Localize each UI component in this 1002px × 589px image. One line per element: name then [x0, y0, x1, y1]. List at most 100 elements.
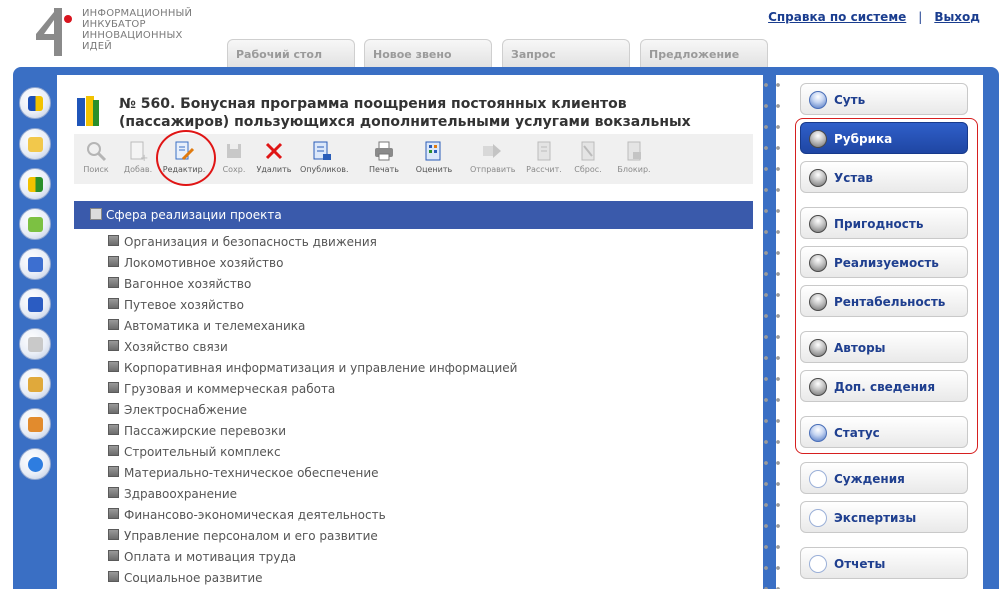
nav-profitability[interactable]: Рентабельность — [800, 285, 968, 317]
rate-button[interactable]: Оценить — [412, 140, 456, 174]
search-icon — [87, 142, 107, 162]
lock-icon — [627, 141, 641, 161]
item-checkbox[interactable] — [108, 445, 119, 456]
book-open-icon[interactable] — [19, 168, 51, 200]
calculate-button[interactable]: Рассчит. — [522, 140, 566, 174]
nav-essence[interactable]: Суть — [800, 83, 968, 115]
status-dot-icon — [809, 293, 827, 311]
item-checkbox[interactable] — [108, 550, 119, 561]
search-button[interactable]: Поиск — [74, 140, 118, 174]
list-item[interactable]: Пассажирские перевозки — [108, 421, 517, 442]
status-dot-icon — [809, 424, 827, 442]
item-checkbox[interactable] — [108, 361, 119, 372]
list-item[interactable]: Организация и безопасность движения — [108, 232, 517, 253]
status-dot-icon — [809, 378, 827, 396]
list-item[interactable]: Путевое хозяйство — [108, 295, 517, 316]
item-checkbox[interactable] — [108, 256, 119, 267]
nav-status[interactable]: Статус — [800, 416, 968, 448]
exit-link[interactable]: Выход — [934, 10, 980, 24]
top-links: Справка по системе | Выход — [768, 10, 980, 24]
status-dot-icon — [809, 555, 827, 573]
status-dot-icon — [809, 470, 827, 488]
delete-icon — [265, 142, 283, 160]
add-button[interactable]: + Добав. — [116, 140, 160, 174]
delete-button[interactable]: Удалить — [252, 140, 296, 174]
nav-rubric[interactable]: Рубрика — [800, 122, 968, 154]
status-dot-icon — [809, 509, 827, 527]
nav-expertise[interactable]: Экспертизы — [800, 501, 968, 533]
list-item[interactable]: Финансово-экономическая деятельность — [108, 505, 517, 526]
item-checkbox[interactable] — [108, 571, 119, 582]
item-checkbox[interactable] — [108, 487, 119, 498]
print-icon — [375, 141, 393, 161]
item-checkbox[interactable] — [108, 298, 119, 309]
logo: ИНФОРМАЦИОННЫЙ ИНКУБАТОР ИННОВАЦИОННЫХ И… — [34, 6, 209, 60]
reset-icon — [581, 141, 595, 161]
category-checkbox[interactable] — [90, 208, 102, 220]
category-items: Организация и безопасность движения Локо… — [108, 232, 517, 589]
spiral-binding — [760, 80, 784, 589]
item-checkbox[interactable] — [108, 277, 119, 288]
link-separator: | — [918, 10, 923, 24]
status-dot-icon — [809, 91, 827, 109]
books-icon[interactable] — [19, 87, 51, 119]
status-dot-icon — [809, 339, 827, 357]
question-sheet-icon[interactable] — [19, 208, 51, 240]
list-item[interactable]: Оплата и мотивация труда — [108, 547, 517, 568]
save-button[interactable]: Сохр. — [212, 140, 256, 174]
edit-button-highlight — [156, 130, 216, 186]
document-list-icon[interactable] — [19, 248, 51, 280]
user-icon[interactable] — [19, 408, 51, 440]
gear-doc-icon[interactable] — [19, 368, 51, 400]
nav-feasibility[interactable]: Реализуемость — [800, 246, 968, 278]
item-checkbox[interactable] — [108, 340, 119, 351]
nav-reports[interactable]: Отчеты — [800, 547, 968, 579]
status-dot-icon — [809, 130, 827, 148]
item-checkbox[interactable] — [108, 319, 119, 330]
item-checkbox[interactable] — [108, 403, 119, 414]
list-item[interactable]: Здравоохранение — [108, 484, 517, 505]
list-item[interactable]: Вагонное хозяйство — [108, 274, 517, 295]
list-item[interactable]: Электроснабжение — [108, 400, 517, 421]
item-checkbox[interactable] — [108, 508, 119, 519]
document-books-icon — [77, 96, 99, 126]
list-item[interactable]: Грузовая и коммерческая работа — [108, 379, 517, 400]
item-checkbox[interactable] — [108, 235, 119, 246]
item-checkbox[interactable] — [108, 466, 119, 477]
reset-button[interactable]: Сброс. — [566, 140, 610, 174]
list-item[interactable]: Социальное развитие — [108, 568, 517, 589]
lock-button[interactable]: Блокир. — [612, 140, 656, 174]
send-icon — [483, 144, 501, 158]
print-button[interactable]: Печать — [362, 140, 406, 174]
list-item[interactable]: Хозяйство связи — [108, 337, 517, 358]
list-item[interactable]: Автоматика и телемеханика — [108, 316, 517, 337]
folder-icon[interactable] — [19, 128, 51, 160]
status-dot-icon — [809, 215, 827, 233]
item-checkbox[interactable] — [108, 382, 119, 393]
save-icon — [227, 144, 241, 158]
list-item[interactable]: Локомотивное хозяйство — [108, 253, 517, 274]
list-item[interactable]: Строительный комплекс — [108, 442, 517, 463]
publish-icon — [313, 141, 331, 160]
rate-icon — [425, 141, 441, 161]
list-item[interactable]: Материально-техническое обеспечение — [108, 463, 517, 484]
help-link[interactable]: Справка по системе — [768, 10, 906, 24]
status-dot-icon — [809, 254, 827, 272]
item-checkbox[interactable] — [108, 424, 119, 435]
nav-judgements[interactable]: Суждения — [800, 462, 968, 494]
svg-text:+: + — [140, 153, 148, 162]
nav-charter[interactable]: Устав — [800, 161, 968, 193]
publish-button[interactable]: Опубликов. — [300, 140, 349, 174]
nav-additional-info[interactable]: Доп. сведения — [800, 370, 968, 402]
nav-authors[interactable]: Авторы — [800, 331, 968, 363]
nav-suitability[interactable]: Пригодность — [800, 207, 968, 239]
search-doc-icon[interactable] — [19, 328, 51, 360]
list-item[interactable]: Корпоративная информатизация и управлени… — [108, 358, 517, 379]
logo-text: ИНФОРМАЦИОННЫЙ ИНКУБАТОР ИННОВАЦИОННЫХ И… — [82, 8, 193, 52]
category-header[interactable]: Сфера реализации проекта — [74, 201, 753, 229]
archive-icon[interactable] — [19, 288, 51, 320]
help-icon[interactable] — [19, 448, 51, 480]
list-item[interactable]: Управление персоналом и его развитие — [108, 526, 517, 547]
item-checkbox[interactable] — [108, 529, 119, 540]
send-button[interactable]: Отправить — [470, 140, 515, 174]
